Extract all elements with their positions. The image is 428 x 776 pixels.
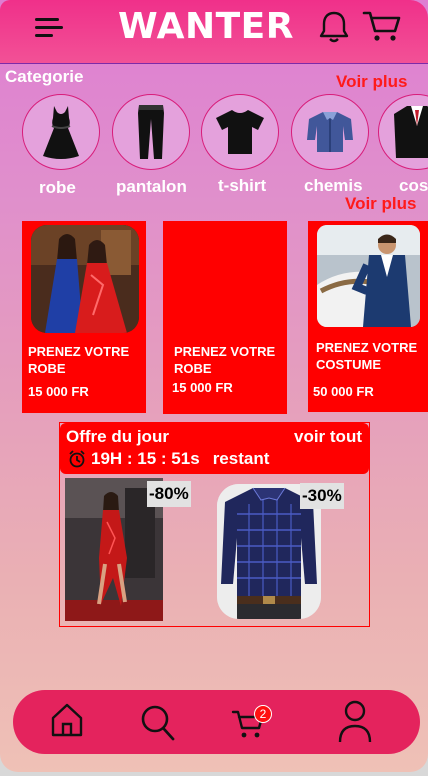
category-robe[interactable] [22,94,100,170]
daily-offer-header: Offre du jour voir tout 19H : 15 : 51s r… [60,423,369,474]
menu-icon[interactable] [33,16,65,38]
categories-see-more-link[interactable]: Voir plus [336,72,407,92]
brand-title: WANTER [118,6,294,47]
cart-icon[interactable] [362,9,402,48]
product-card[interactable]: PRENEZ VOTRE ROBE 15 000 FR [22,221,146,413]
category-label: pantalon [116,177,187,196]
category-label: chemis [304,176,363,195]
tshirt-icon [216,110,264,154]
product-price: 50 000 FR [313,384,374,399]
categories-title: Categorie [5,67,84,86]
search-icon[interactable] [140,704,176,747]
daily-offer-see-all-link[interactable]: voir tout [294,427,362,447]
bell-icon[interactable] [318,10,350,49]
product-title: PRENEZ VOTRE ROBE [174,344,276,376]
home-icon[interactable] [50,702,84,743]
product-title: PRENEZ VOTRE ROBE [28,344,130,376]
profile-icon[interactable] [338,700,372,749]
product-card[interactable]: PRENEZ VOTRE ROBE 15 000 FR [163,221,287,414]
category-label: cos [399,176,428,195]
discount-badge: -80% [147,481,191,507]
countdown-suffix: restant [212,449,270,468]
category-costume[interactable] [378,94,428,170]
category-chemis[interactable] [291,94,369,170]
category-tshirt[interactable] [201,94,279,170]
suit-icon [394,106,428,158]
discount-badge: -30% [300,483,344,509]
countdown-timer: 19H : 15 : 51s restant [68,449,269,469]
category-label: robe [39,178,76,197]
trousers-icon [138,105,164,159]
alarm-clock-icon [69,450,85,468]
daily-offer-title: Offre du jour [66,427,169,446]
category-label: t-shirt [218,176,267,195]
shirt-icon [307,112,353,152]
product-image [317,225,420,327]
bottom-navigation [13,690,420,754]
app-screen: WANTER Categorie Voir plus robe pantalon… [0,0,428,772]
daily-offer-section: Offre du jour voir tout 19H : 15 : 51s r… [59,422,370,627]
app-header: WANTER [0,0,428,64]
product-card[interactable]: PRENEZ VOTRE COSTUME 50 000 FR [308,221,428,412]
dress-icon [43,106,79,159]
products-see-more-link[interactable]: Voir plus [345,194,416,214]
product-price: 15 000 FR [172,380,233,395]
product-price: 15 000 FR [28,384,89,399]
cart-count-badge: 2 [254,705,272,723]
product-image [31,225,139,333]
category-pantalon[interactable] [112,94,190,170]
product-title: PRENEZ VOTRE COSTUME [316,340,418,372]
countdown-value: 19H : 15 : 51s [91,449,200,468]
